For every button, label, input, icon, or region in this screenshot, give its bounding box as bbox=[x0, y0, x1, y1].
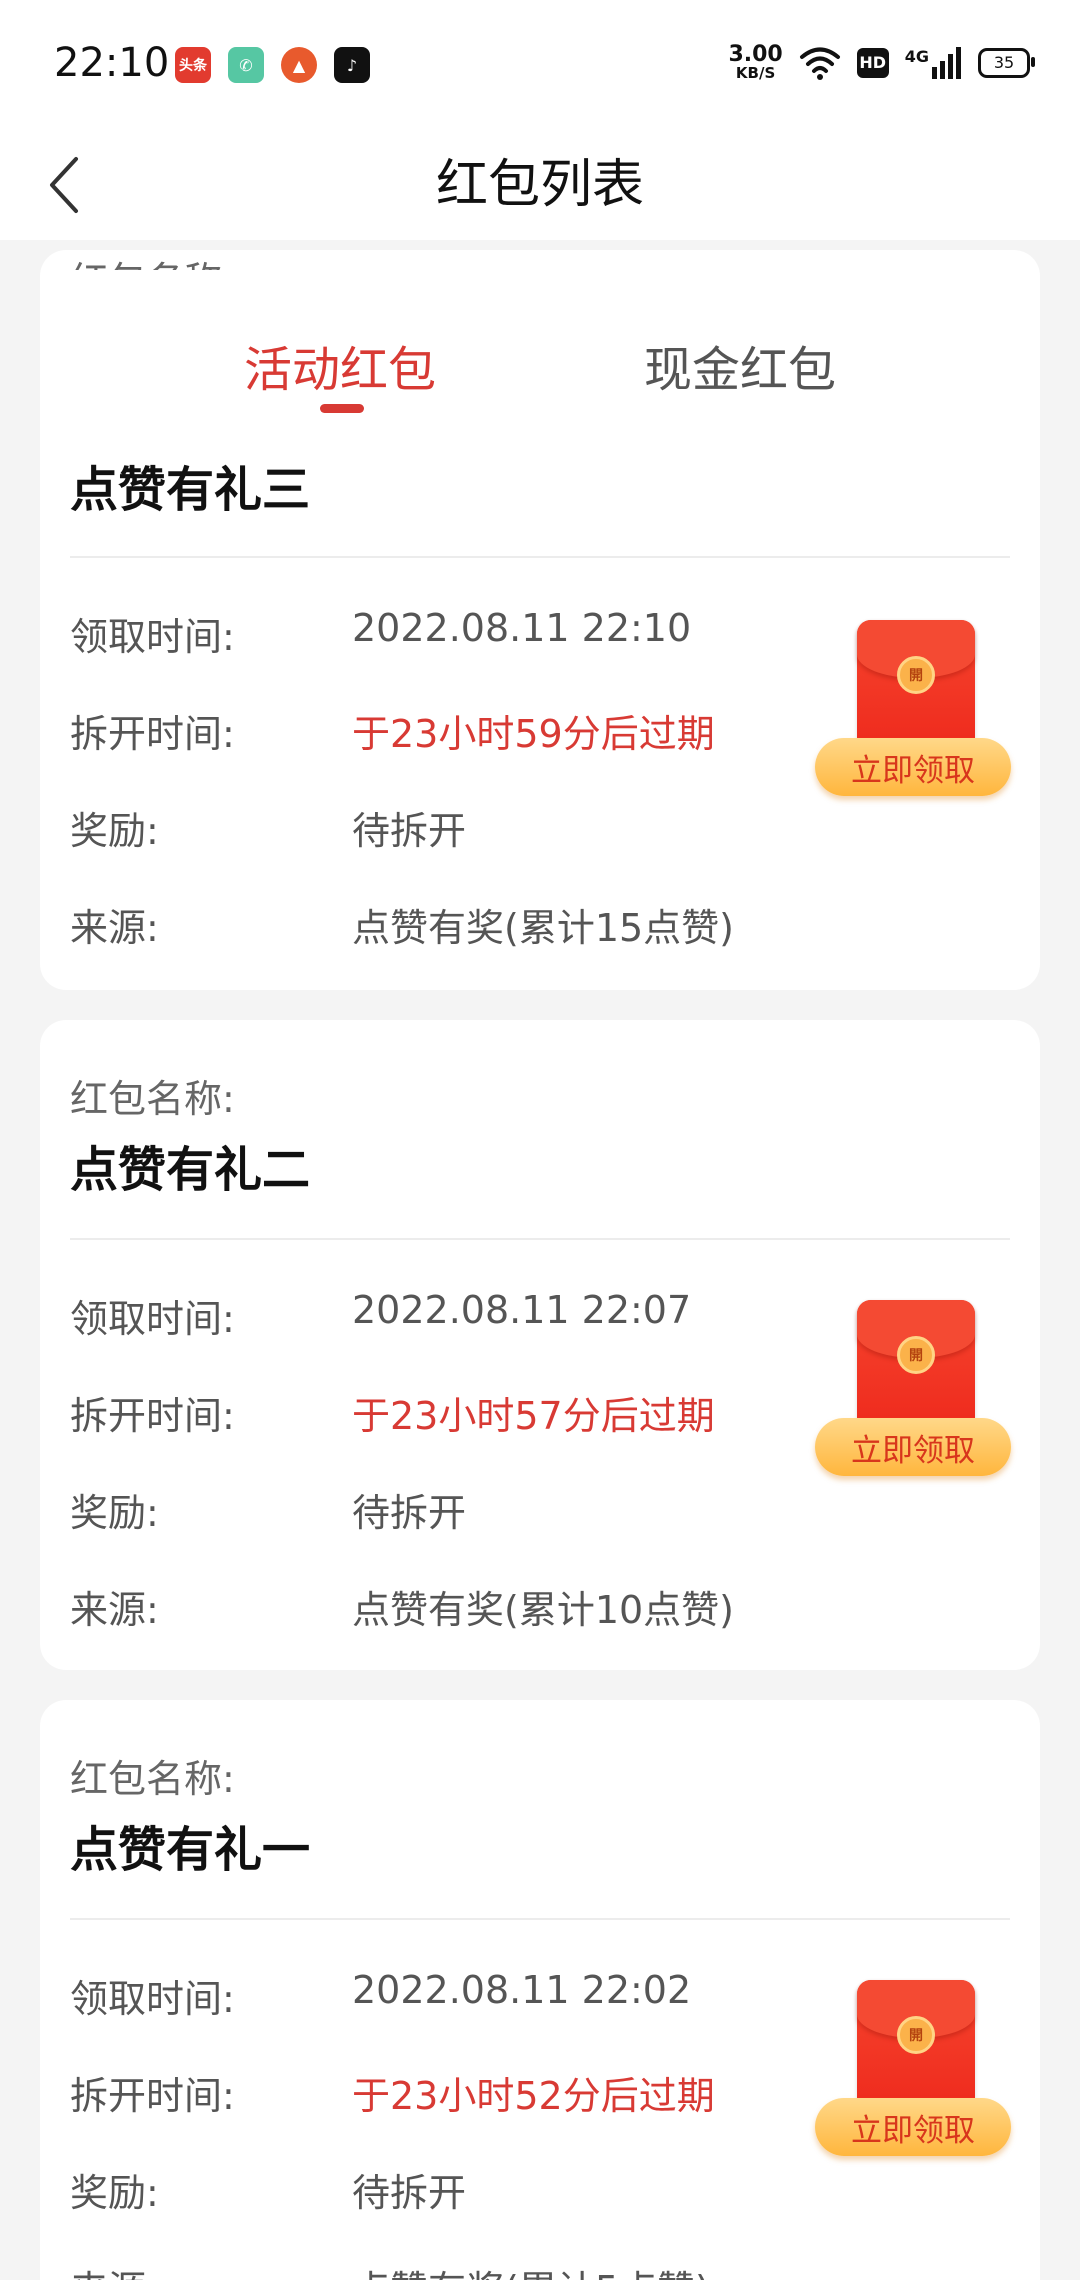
source-label: 来源: bbox=[70, 2259, 159, 2280]
network-speed-unit: KB/S bbox=[735, 64, 776, 82]
toutiao-app-icon: 头条 bbox=[175, 47, 211, 83]
source-value: 点赞有奖(累计5点赞) bbox=[352, 2259, 710, 2280]
card-name: 点赞有礼二 bbox=[70, 1142, 311, 1198]
receive-time-value: 2022.08.11 22:02 bbox=[352, 1968, 692, 2012]
receive-time-value: 2022.08.11 22:07 bbox=[352, 1288, 692, 1332]
envelope-seal: 開 bbox=[897, 1336, 935, 1374]
card-divider bbox=[70, 1918, 1010, 1920]
active-tab-indicator bbox=[320, 404, 364, 413]
reward-value: 待拆开 bbox=[352, 1491, 467, 1535]
claim-red-packet[interactable]: 開 立即领取 bbox=[815, 1980, 1015, 2160]
battery-level: 35 bbox=[993, 53, 1015, 72]
reward-value: 待拆开 bbox=[352, 2171, 467, 2215]
open-time-label: 拆开时间: bbox=[70, 712, 235, 756]
red-packet-card: 红包名称: 点赞有礼二 领取时间: 2022.08.11 22:07 拆开时间:… bbox=[40, 1020, 1040, 1670]
receive-time-label: 领取时间: bbox=[70, 615, 235, 659]
tab-bar: 活动红包 现金红包 bbox=[40, 270, 1040, 440]
source-label: 来源: bbox=[70, 1588, 159, 1632]
game-app-icon: ▲ bbox=[281, 47, 317, 83]
receive-time-label: 领取时间: bbox=[70, 1977, 235, 2021]
card-divider bbox=[70, 1238, 1010, 1240]
claim-red-packet[interactable]: 開 立即领取 bbox=[815, 620, 1015, 800]
reward-label: 奖励: bbox=[70, 809, 159, 853]
red-envelope-icon: 開 bbox=[857, 1300, 975, 1430]
network-type: 4G bbox=[904, 46, 929, 66]
phone-app-icon: ✆ bbox=[228, 47, 264, 83]
red-envelope-icon: 開 bbox=[857, 1980, 975, 2110]
wifi-icon bbox=[799, 47, 840, 80]
app-header: 红包列表 bbox=[0, 130, 1080, 240]
receive-time-value: 2022.08.11 22:10 bbox=[352, 606, 692, 650]
source-value: 点赞有奖(累计10点赞) bbox=[352, 1588, 735, 1632]
card-name: 点赞有礼三 bbox=[70, 462, 311, 518]
signal-group: 4G bbox=[904, 46, 962, 79]
tiktok-app-icon: ♪ bbox=[334, 47, 370, 83]
reward-label: 奖励: bbox=[70, 1491, 159, 1535]
claim-now-button[interactable]: 立即领取 bbox=[815, 738, 1011, 796]
status-time: 22:10 bbox=[54, 40, 170, 86]
receive-time-label: 领取时间: bbox=[70, 1297, 235, 1341]
status-right-group: 3.00 KB/S HD 4G 35 bbox=[728, 44, 1035, 81]
notification-icons: 头条 ✆ ▲ ♪ bbox=[175, 47, 370, 83]
card-name-label: 红包名称: bbox=[70, 1077, 235, 1121]
card-name-label: 红包名称: bbox=[70, 1757, 235, 1801]
card-name: 点赞有礼一 bbox=[70, 1822, 311, 1878]
open-time-value: 于23小时52分后过期 bbox=[352, 2074, 715, 2118]
tab-activity-red-packet[interactable]: 活动红包 bbox=[244, 330, 436, 400]
reward-label: 奖励: bbox=[70, 2171, 159, 2215]
page-title: 红包列表 bbox=[435, 155, 644, 215]
open-time-value: 于23小时59分后过期 bbox=[352, 712, 715, 756]
source-label: 来源: bbox=[70, 906, 159, 950]
battery-icon: 35 bbox=[978, 47, 1035, 78]
claim-red-packet[interactable]: 開 立即领取 bbox=[815, 1300, 1015, 1480]
network-speed-value: 3.00 bbox=[728, 42, 783, 67]
envelope-seal: 開 bbox=[897, 2016, 935, 2054]
status-bar: 22:10 头条 ✆ ▲ ♪ 3.00 KB/S HD 4G 35 bbox=[0, 0, 1080, 130]
card-divider bbox=[70, 556, 1010, 558]
open-time-label: 拆开时间: bbox=[70, 1394, 235, 1438]
reward-value: 待拆开 bbox=[352, 809, 467, 853]
source-value: 点赞有奖(累计15点赞) bbox=[352, 906, 735, 950]
claim-now-button[interactable]: 立即领取 bbox=[815, 1418, 1011, 1476]
red-envelope-icon: 開 bbox=[857, 620, 975, 750]
signal-icon bbox=[932, 46, 961, 79]
open-time-value: 于23小时57分后过期 bbox=[352, 1394, 715, 1438]
open-time-label: 拆开时间: bbox=[70, 2074, 235, 2118]
envelope-seal: 開 bbox=[897, 656, 935, 694]
network-speed: 3.00 KB/S bbox=[728, 44, 782, 81]
red-packet-card: 红包名称: 点赞有礼一 领取时间: 2022.08.11 22:02 拆开时间:… bbox=[40, 1700, 1040, 2280]
tab-cash-red-packet[interactable]: 现金红包 bbox=[644, 330, 836, 400]
hd-voice-icon: HD bbox=[856, 47, 889, 78]
claim-now-button[interactable]: 立即领取 bbox=[815, 2098, 1011, 2156]
